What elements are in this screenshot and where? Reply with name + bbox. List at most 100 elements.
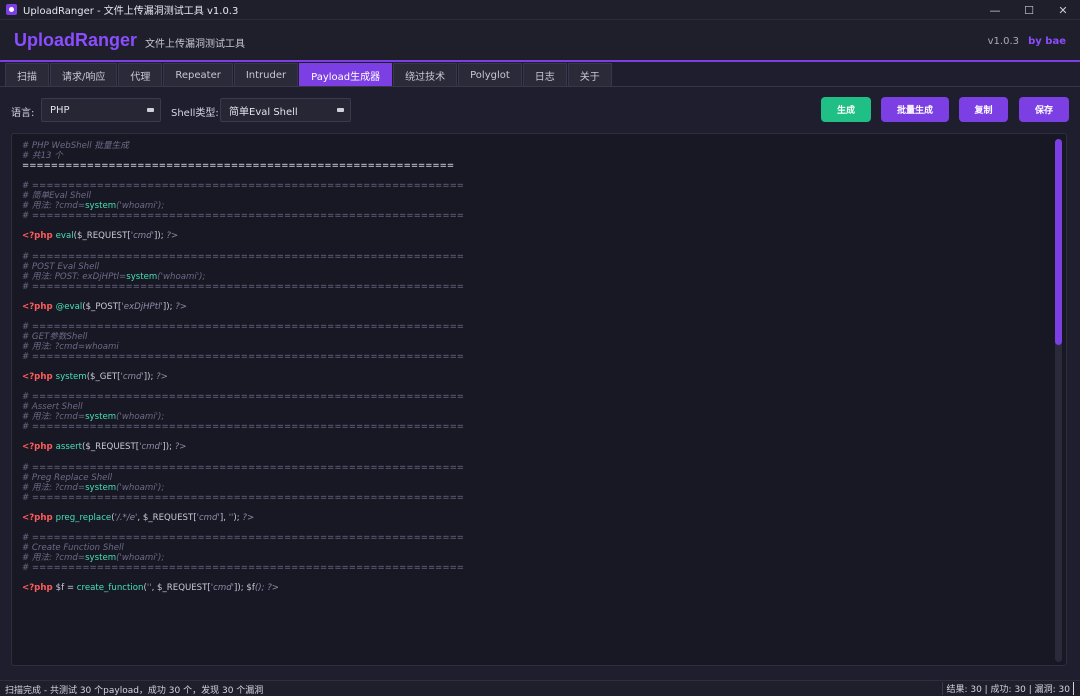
- app-icon: [6, 4, 17, 15]
- code-token: create_function: [76, 583, 144, 594]
- code-token: ('whoami');: [116, 412, 165, 423]
- code-token: ($_REQUEST[: [73, 231, 131, 242]
- code-token: # ======================================…: [22, 181, 464, 192]
- code-line: # 共13 个: [22, 151, 464, 161]
- version-label: v1.0.3: [987, 36, 1019, 47]
- code-token: , $_REQUEST[: [151, 583, 211, 594]
- code-token: ========================================…: [22, 161, 455, 172]
- batch-generate-button[interactable]: 批量生成: [881, 97, 949, 122]
- code-token: system: [85, 482, 117, 493]
- language-select[interactable]: PHP: [41, 98, 161, 122]
- code-token: # ======================================…: [22, 251, 464, 262]
- code-line: # ======================================…: [22, 493, 464, 503]
- code-token: # 用法: ?cmd=whoami: [22, 341, 119, 352]
- tab-item[interactable]: Repeater: [163, 63, 233, 86]
- code-line: # ======================================…: [22, 392, 464, 402]
- code-line: # ======================================…: [22, 322, 464, 332]
- code-line: # ======================================…: [22, 533, 464, 543]
- save-button[interactable]: 保存: [1019, 97, 1069, 122]
- code-token: # 用法: ?cmd=: [22, 482, 86, 493]
- tab-item[interactable]: 绕过技术: [393, 63, 458, 86]
- tab-item[interactable]: Polyglot: [458, 63, 522, 86]
- code-token: # ======================================…: [22, 321, 464, 332]
- vertical-scrollbar[interactable]: [1055, 139, 1062, 662]
- code-token: 'cmd': [139, 442, 163, 453]
- code-token: # 共13 个: [22, 151, 63, 162]
- shell-type-label: Shell类型:: [171, 108, 219, 119]
- payload-toolbar: 语言: PHP Shell类型: 简单Eval Shell 生成 批量生成 复制…: [0, 92, 1080, 128]
- code-token: ?>: [166, 231, 179, 242]
- code-token: 'cmd': [130, 231, 154, 242]
- tab-item[interactable]: 代理: [118, 63, 163, 86]
- payload-output-editor[interactable]: # PHP WebShell 批量生成 # 共13 个 ==============…: [11, 133, 1067, 666]
- code-token: # ======================================…: [22, 492, 464, 503]
- tab-item[interactable]: 关于: [567, 63, 612, 86]
- tab-item[interactable]: 扫描: [5, 63, 49, 86]
- code-token: ?>: [156, 372, 168, 383]
- generate-button[interactable]: 生成: [821, 97, 871, 122]
- code-token: <?php: [22, 301, 56, 312]
- dropdown-icon: [337, 108, 344, 112]
- code-token: # 用法: ?cmd=: [22, 412, 86, 423]
- code-token: system: [55, 372, 87, 383]
- status-bar: 扫描完成 - 共测试 30 个payload，成功 30 个，发现 30 个漏洞…: [0, 680, 1080, 696]
- code-token: ]); $f: [234, 583, 255, 594]
- code-token: # ======================================…: [22, 532, 464, 543]
- minimize-icon[interactable]: —: [978, 0, 1012, 20]
- language-label: 语言:: [11, 108, 35, 119]
- code-token: <?php: [22, 231, 56, 242]
- code-token: # ======================================…: [22, 422, 464, 433]
- code-token: 'cmd': [120, 372, 144, 383]
- code-token: # PHP WebShell 批量生成: [22, 141, 129, 151]
- tab-item[interactable]: Payload生成器: [299, 63, 393, 86]
- code-line: # Create Function Shell: [22, 543, 464, 553]
- code-token: @eval: [55, 301, 83, 312]
- code-token: 'cmd': [196, 512, 220, 523]
- tab-item[interactable]: Intruder: [233, 63, 299, 86]
- code-line: # Assert Shell: [22, 402, 464, 412]
- code-token: 'exDjHPtl': [121, 301, 163, 312]
- language-select-value: PHP: [50, 104, 70, 116]
- code-token: # 用法: ?cmd=: [22, 201, 86, 212]
- tab-item[interactable]: 请求/响应: [50, 63, 118, 86]
- code-line: ========================================…: [22, 161, 464, 171]
- scrollbar-thumb[interactable]: [1055, 139, 1062, 345]
- code-line: # 用法: ?cmd=whoami: [22, 342, 464, 352]
- code-token: $f =: [55, 583, 77, 594]
- code-token: <?php: [22, 372, 56, 383]
- tab-item[interactable]: 日志: [522, 63, 567, 86]
- code-content: # PHP WebShell 批量生成 # 共13 个 ==============…: [22, 141, 464, 593]
- code-line: # 用法: POST: exDjHPtl=system('whoami');: [22, 272, 464, 282]
- code-token: # ======================================…: [22, 211, 464, 222]
- code-line: # ======================================…: [22, 282, 464, 292]
- code-token: , $_REQUEST[: [137, 512, 197, 523]
- code-token: # POST Eval Shell: [22, 261, 100, 272]
- close-icon[interactable]: ✕: [1046, 0, 1080, 20]
- code-token: preg_replace: [55, 512, 112, 523]
- code-line: # 用法: ?cmd=system('whoami');: [22, 201, 464, 211]
- code-line: # POST Eval Shell: [22, 262, 464, 272]
- window-title: UploadRanger - 文件上传漏洞测试工具 v1.0.3: [23, 6, 239, 17]
- code-token: ]);: [162, 301, 176, 312]
- shell-type-select-value: 简单Eval Shell: [229, 106, 298, 118]
- code-token: ('whoami');: [116, 482, 165, 493]
- code-token: ($_POST[: [82, 301, 122, 312]
- code-token: # 用法: ?cmd=: [22, 552, 86, 563]
- code-token: ($_GET[: [86, 372, 121, 383]
- copy-button[interactable]: 复制: [959, 97, 1008, 122]
- code-token: system: [85, 552, 117, 563]
- maximize-icon[interactable]: ☐: [1012, 0, 1046, 20]
- author-label: by bae: [1028, 36, 1066, 47]
- code-token: <?php: [22, 442, 56, 453]
- dropdown-icon: [147, 108, 154, 112]
- shell-type-select[interactable]: 简单Eval Shell: [220, 98, 351, 122]
